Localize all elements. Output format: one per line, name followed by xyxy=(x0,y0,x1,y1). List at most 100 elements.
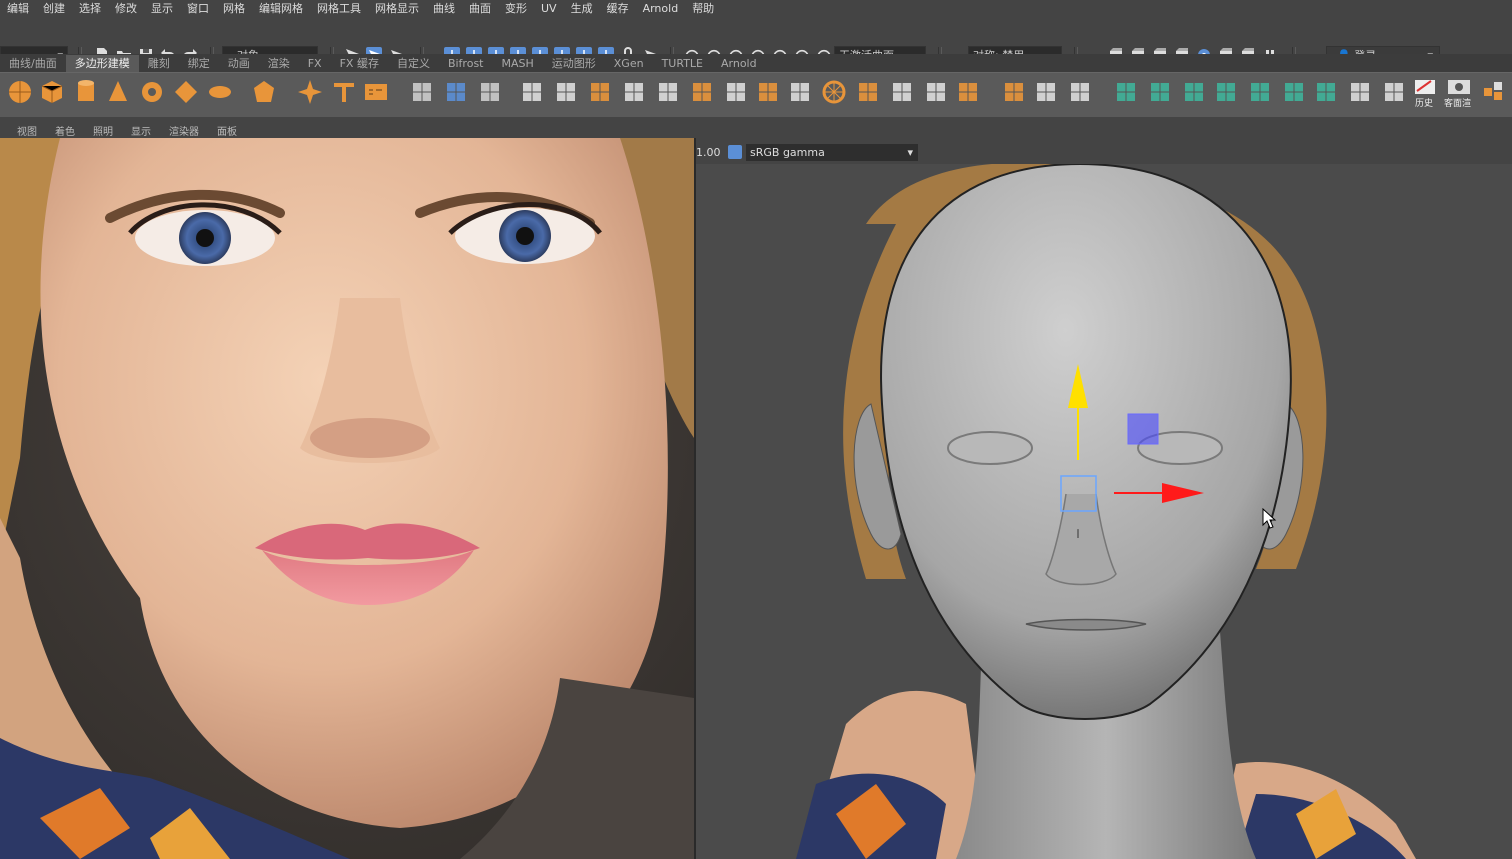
viewport-menu-4[interactable]: 渲染器 xyxy=(160,123,208,138)
menu-9[interactable]: 网格显示 xyxy=(368,0,426,16)
history-button[interactable]: 历史 xyxy=(1411,78,1439,109)
viewport-panel-menus: 视图 着色 照明 显示 渲染器 面板 xyxy=(0,123,696,138)
reset-transform-icon[interactable] xyxy=(476,78,504,106)
extract-icon[interactable] xyxy=(586,78,614,106)
poly-sphere-icon[interactable] xyxy=(6,78,34,106)
sew-uv-icon[interactable] xyxy=(1346,78,1374,106)
colorspace-dropdown[interactable]: sRGB gamma ▾ xyxy=(746,144,918,161)
type-tool-icon[interactable] xyxy=(330,78,358,106)
viewport-menu-2[interactable]: 照明 xyxy=(84,123,122,138)
menu-8[interactable]: 网格工具 xyxy=(310,0,368,16)
uv-layout-icon[interactable] xyxy=(1380,78,1408,106)
shelf-tab-13[interactable]: TURTLE xyxy=(653,55,712,72)
platonic-solids-icon[interactable] xyxy=(250,78,278,106)
poly-plane-icon[interactable] xyxy=(172,78,200,106)
perspective-viewport[interactable] xyxy=(696,164,1512,859)
shelf-tab-3[interactable]: 绑定 xyxy=(179,55,219,72)
shelf-tab-8[interactable]: 自定义 xyxy=(388,55,439,72)
history-label: 历史 xyxy=(1415,99,1434,109)
menu-13[interactable]: UV xyxy=(534,2,564,15)
gamma-value[interactable]: 1.00 xyxy=(696,146,721,159)
shelf-more-icon[interactable] xyxy=(1480,78,1508,106)
poly-disc-icon[interactable] xyxy=(206,78,234,106)
merge-icon[interactable] xyxy=(954,78,982,106)
offset-loop-icon[interactable] xyxy=(888,78,916,106)
append-icon[interactable] xyxy=(754,78,782,106)
planar-map-icon[interactable] xyxy=(1146,78,1174,106)
shelf-tab-5[interactable]: 渲染 xyxy=(259,55,299,72)
color-management-bar: 1.00 sRGB gamma ▾ xyxy=(696,142,1512,164)
colorspace-value: sRGB gamma xyxy=(750,146,825,159)
poly-cube-icon[interactable] xyxy=(38,78,66,106)
color-management-icon[interactable] xyxy=(728,145,742,159)
menu-4[interactable]: 显示 xyxy=(144,0,180,16)
shelf-tab-1[interactable]: 多边形建模 xyxy=(65,55,139,72)
menu-6[interactable]: 网格 xyxy=(216,0,252,16)
shelf-tab-14[interactable]: Arnold xyxy=(712,55,766,72)
shelf-tab-7[interactable]: FX 缓存 xyxy=(331,55,388,72)
shelf-tab-9[interactable]: Bifrost xyxy=(439,55,493,72)
menu-14[interactable]: 生成 xyxy=(564,0,600,16)
combine-icon[interactable] xyxy=(518,78,546,106)
target-weld-icon[interactable] xyxy=(1066,78,1094,106)
bridge-icon[interactable] xyxy=(722,78,750,106)
svg-tool-icon[interactable] xyxy=(362,78,390,106)
shelf-tab-0[interactable]: 曲线/曲面 xyxy=(0,55,66,72)
shelf-tab-12[interactable]: XGen xyxy=(605,55,653,72)
quad-draw-icon[interactable] xyxy=(1000,78,1028,106)
cut-uv-icon[interactable] xyxy=(1312,78,1340,106)
viewport-menu-0[interactable]: 视图 xyxy=(8,123,46,138)
menu-2[interactable]: 选择 xyxy=(72,0,108,16)
edge-flow-icon[interactable] xyxy=(1032,78,1060,106)
xy-plane-handle[interactable] xyxy=(1127,413,1159,445)
unfold-icon[interactable] xyxy=(1280,78,1308,106)
status-line: ▾ 对象 无激活曲面 对称: 禁用 👤 登录 ▾ xyxy=(0,21,1512,64)
menu-3[interactable]: 修改 xyxy=(108,0,144,16)
menu-7[interactable]: 编辑网格 xyxy=(252,0,310,16)
interactive-render-label: 客面渲 xyxy=(1444,99,1472,109)
y-axis-arrow[interactable] xyxy=(1068,364,1088,408)
interactive-render-button[interactable]: 客面渲 xyxy=(1444,78,1474,109)
shelf-tab-2[interactable]: 雕刻 xyxy=(139,55,179,72)
insert-loop-icon[interactable] xyxy=(854,78,882,106)
auto-map-icon[interactable] xyxy=(1246,78,1274,106)
menu-15[interactable]: 缓存 xyxy=(600,0,636,16)
viewport-menu-1[interactable]: 着色 xyxy=(46,123,84,138)
uv-editor-icon[interactable] xyxy=(1112,78,1140,106)
menu-0[interactable]: 编辑 xyxy=(0,0,36,16)
freeze-transforms-icon[interactable] xyxy=(442,78,470,106)
shelf-tab-10[interactable]: MASH xyxy=(492,55,542,72)
super-shape-icon[interactable] xyxy=(296,78,324,106)
menu-12[interactable]: 变形 xyxy=(498,0,534,16)
menu-1[interactable]: 创建 xyxy=(36,0,72,16)
bevel-icon[interactable] xyxy=(688,78,716,106)
poly-cone-icon[interactable] xyxy=(104,78,132,106)
move-manipulator[interactable] xyxy=(696,164,1512,859)
menu-11[interactable]: 曲面 xyxy=(462,0,498,16)
poly-torus-icon[interactable] xyxy=(138,78,166,106)
menu-5[interactable]: 窗口 xyxy=(180,0,216,16)
cylindrical-map-icon[interactable] xyxy=(1180,78,1208,106)
shelf-tab-6[interactable]: FX xyxy=(299,55,331,72)
menu-16[interactable]: Arnold xyxy=(636,2,686,15)
shelf-tabs: 曲线/曲面 多边形建模 雕刻 绑定 动画 渲染 FX FX 缓存 自定义 Bifrost MASH 运… xyxy=(0,54,1512,72)
viewport-menu-5[interactable]: 面板 xyxy=(208,123,246,138)
center-handle[interactable] xyxy=(1060,475,1097,512)
spherical-map-icon[interactable] xyxy=(1212,78,1240,106)
center-pivot-icon[interactable] xyxy=(408,78,436,106)
mouse-cursor-icon xyxy=(1262,508,1277,529)
average-vertices-icon[interactable] xyxy=(654,78,682,106)
menu-17[interactable]: 帮助 xyxy=(685,0,721,16)
multi-cut-icon[interactable] xyxy=(820,78,848,106)
shelf-tab-11[interactable]: 运动图形 xyxy=(543,55,605,72)
poly-cylinder-icon[interactable] xyxy=(72,78,100,106)
triangulate-icon[interactable] xyxy=(922,78,950,106)
main-menu-bar: 编辑 创建 选择 修改 显示 窗口 网格 编辑网格 网格工具 网格显示 曲线 曲面 变形 UV 生成 缓存 Ar… xyxy=(0,0,1512,16)
shelf-tab-4[interactable]: 动画 xyxy=(219,55,259,72)
menu-10[interactable]: 曲线 xyxy=(426,0,462,16)
x-axis-arrow[interactable] xyxy=(1162,483,1204,503)
smooth-icon[interactable] xyxy=(620,78,648,106)
viewport-menu-3[interactable]: 显示 xyxy=(122,123,160,138)
separate-icon[interactable] xyxy=(552,78,580,106)
extrude-icon[interactable] xyxy=(786,78,814,106)
